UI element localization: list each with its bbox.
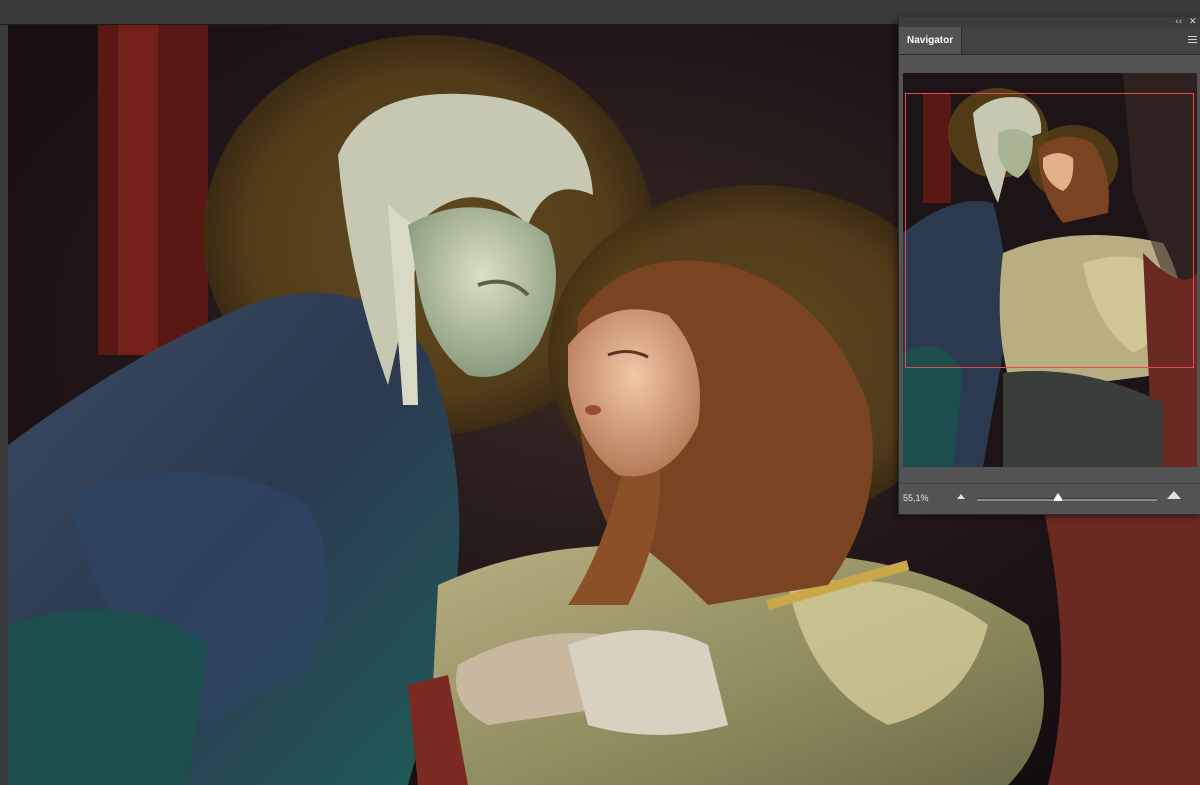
zoom-slider-handle[interactable] <box>1054 493 1062 501</box>
photoshop-window: ‹‹ ✕ Navigator 55,1% <box>0 0 1200 785</box>
close-icon[interactable]: ✕ <box>1189 17 1197 27</box>
navigator-panel: ‹‹ ✕ Navigator 55,1% <box>898 17 1200 515</box>
zoom-out-icon[interactable] <box>957 494 965 499</box>
panel-titlebar[interactable]: ‹‹ ✕ <box>899 17 1200 27</box>
panel-tab-row: Navigator <box>899 27 1200 55</box>
panel-menu-icon[interactable] <box>1188 36 1197 45</box>
double-chevron-left-icon[interactable]: ‹‹ <box>1175 17 1182 27</box>
zoom-percentage-input[interactable]: 55,1% <box>903 490 939 506</box>
zoom-slider-track[interactable] <box>977 498 1157 501</box>
zoom-in-icon[interactable] <box>1167 491 1181 499</box>
navigator-thumbnail[interactable] <box>903 73 1197 467</box>
zoom-controls: 55,1% <box>899 483 1200 514</box>
navigator-view-box[interactable] <box>905 93 1194 368</box>
tab-navigator[interactable]: Navigator <box>899 27 963 54</box>
